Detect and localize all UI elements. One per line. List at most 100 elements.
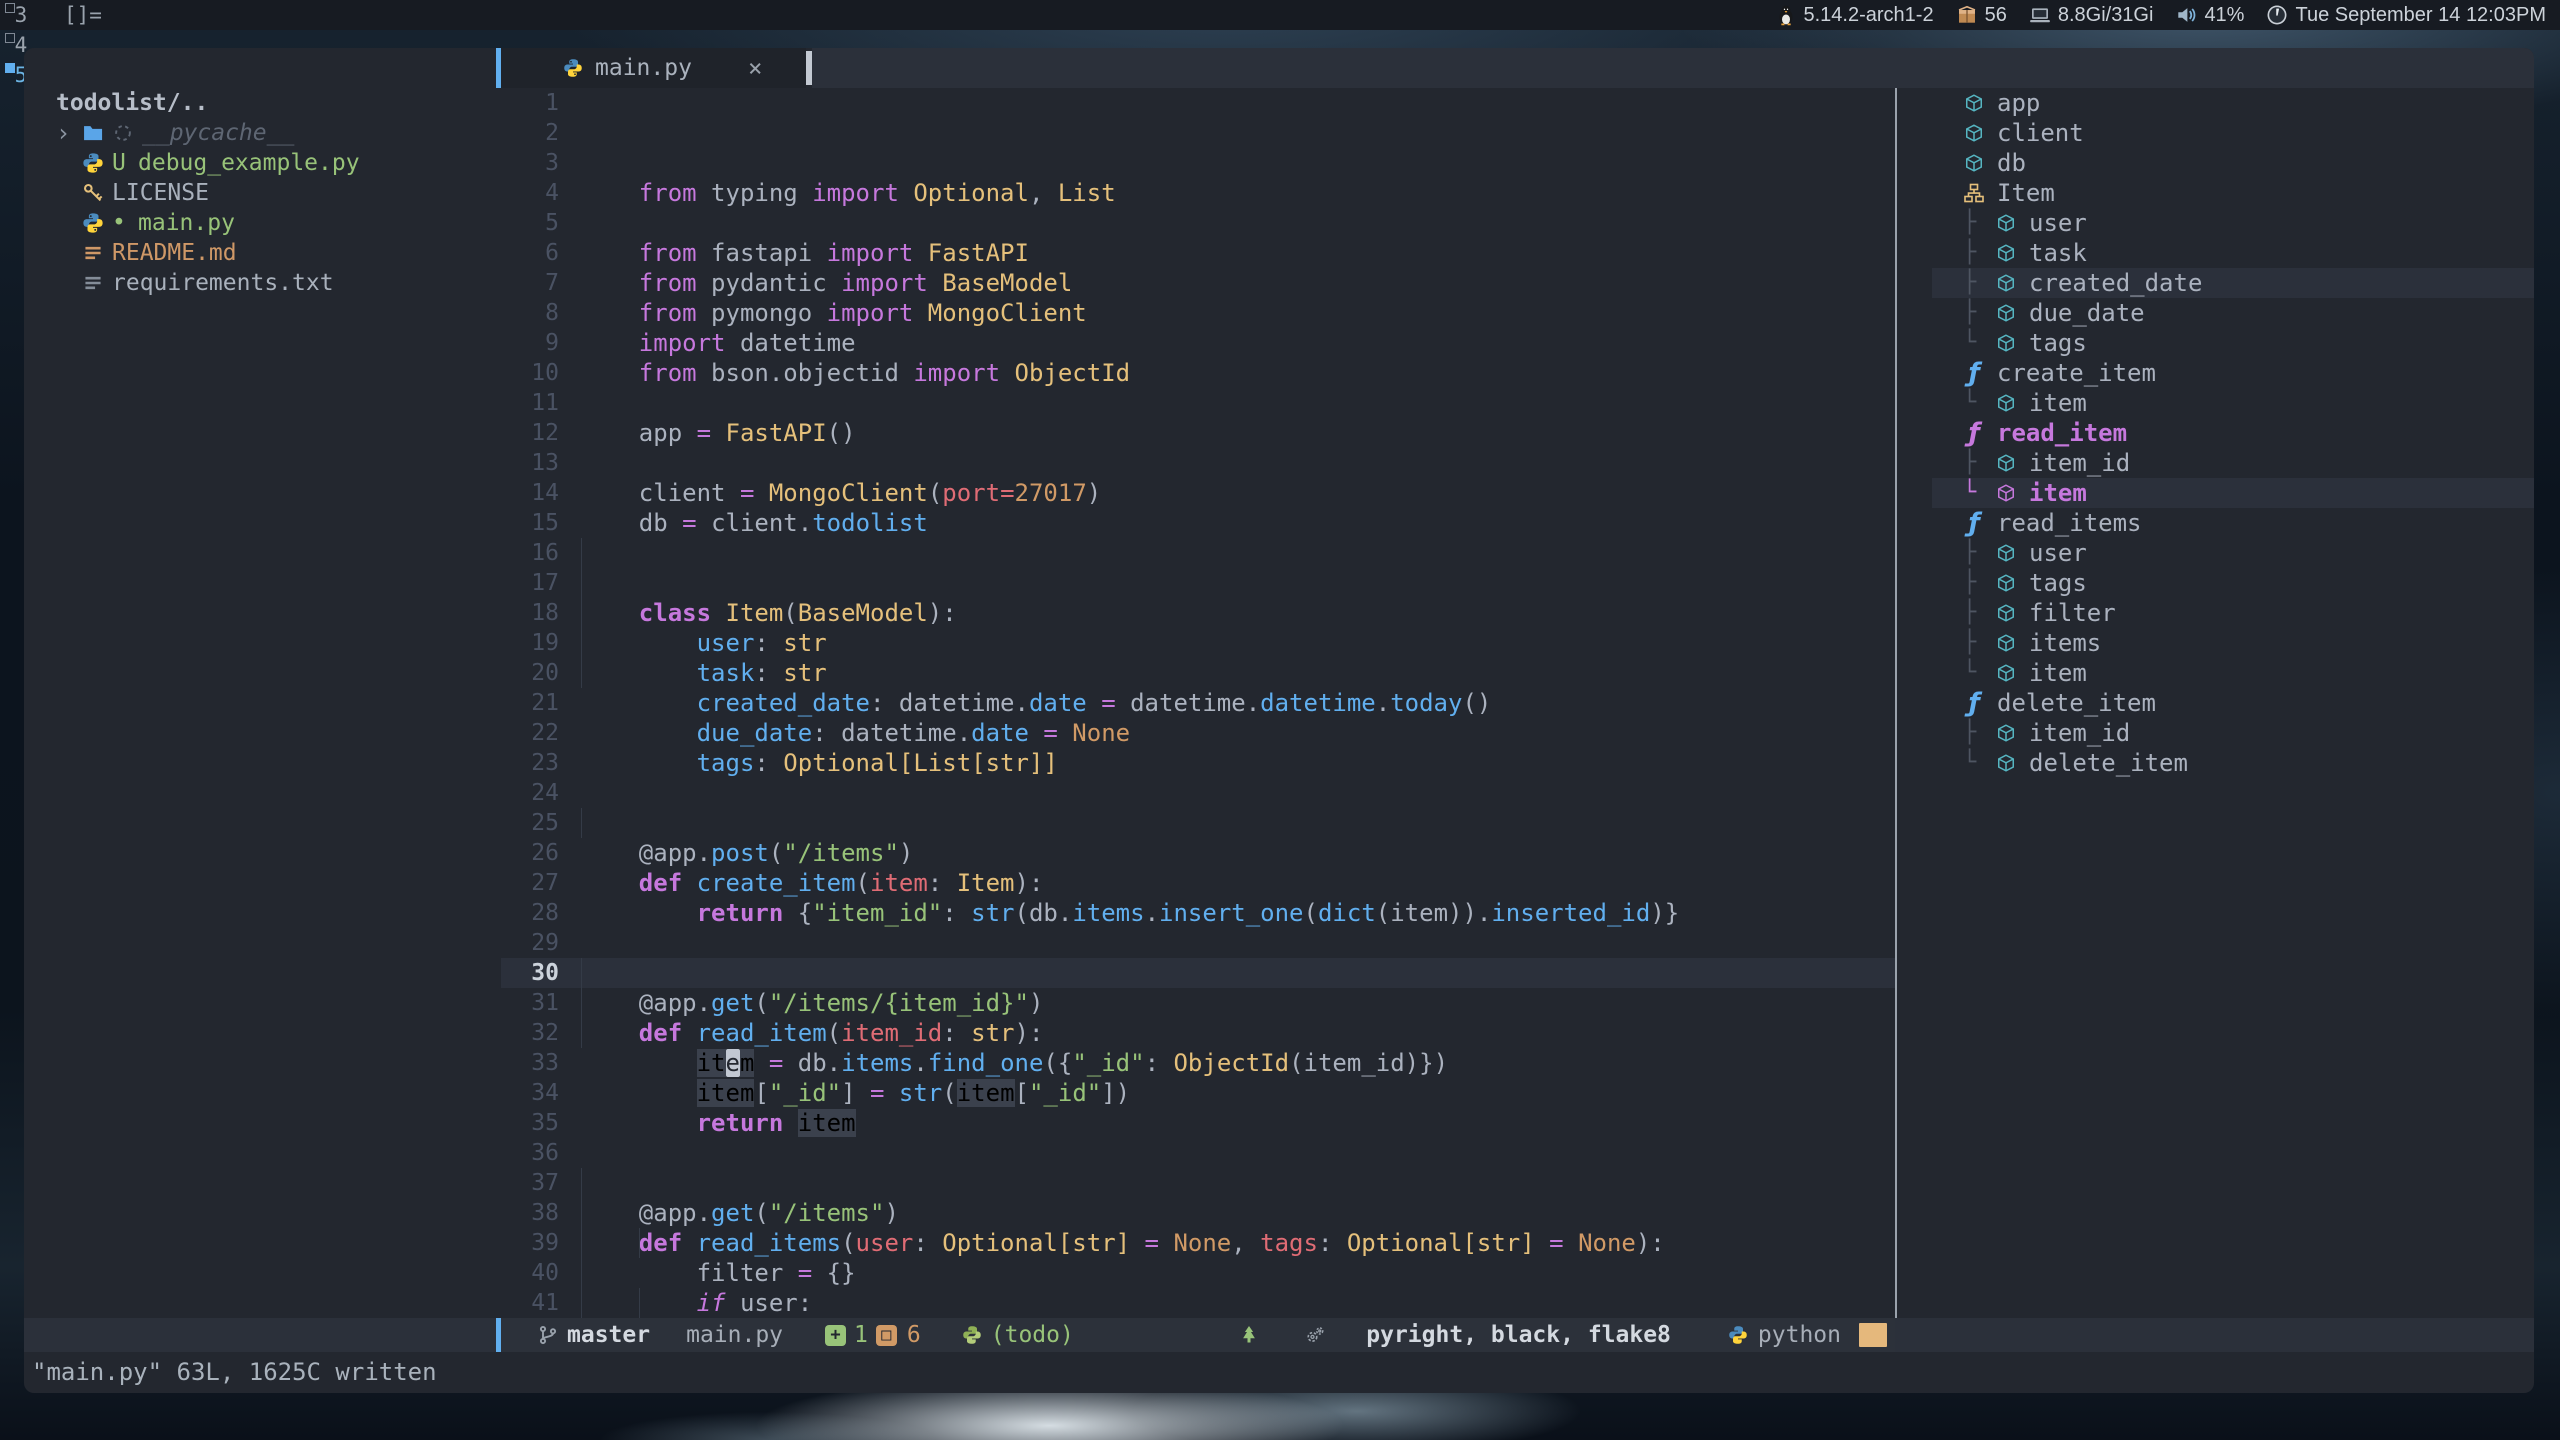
code-line-3[interactable]: 3 from fastapi import FastAPI xyxy=(501,148,1895,178)
code-line-33[interactable]: 33 xyxy=(501,1048,1895,1078)
class-icon xyxy=(1963,182,1985,204)
volume-status[interactable]: 41% xyxy=(2175,4,2244,27)
code-line-29[interactable]: 29 def read_item(item_id: str): xyxy=(501,928,1895,958)
code-editor[interactable]: 1 from typing import Optional, List 2 3 … xyxy=(501,88,1895,1318)
code-line-39[interactable]: 39 filter = {"user": user} xyxy=(501,1228,1895,1258)
indent-guide xyxy=(581,1198,582,1228)
window-separator[interactable] xyxy=(1895,88,1897,1318)
code-line-35[interactable]: 35 @app.get("/items") xyxy=(501,1108,1895,1138)
code-line-37[interactable]: 37 filter = {} xyxy=(501,1168,1895,1198)
symbol-user[interactable]: ├ user xyxy=(1905,208,2534,238)
code-line-5[interactable]: 5 from pymongo import MongoClient xyxy=(501,208,1895,238)
code-line-36[interactable]: 36 def read_items(user: Optional[str] = … xyxy=(501,1138,1895,1168)
symbol-items[interactable]: ├ items xyxy=(1905,628,2534,658)
symbol-item_id[interactable]: ├ item_id xyxy=(1905,718,2534,748)
git-branch-name: master xyxy=(567,1322,650,1348)
symbol-create_item[interactable]: ƒ create_item xyxy=(1905,358,2534,388)
code-line-20[interactable]: 20 tags: Optional[List[str]] xyxy=(501,658,1895,688)
tree-connector: ├ xyxy=(1963,238,1995,268)
code-line-32[interactable]: 32 return item xyxy=(501,1018,1895,1048)
file-item-README.md[interactable]: README.md xyxy=(24,238,496,268)
indent-guide xyxy=(581,1258,582,1288)
code-line-23[interactable]: 23 @app.post("/items") xyxy=(501,748,1895,778)
code-line-25[interactable]: 25 return {"item_id": str(db.items.inser… xyxy=(501,808,1895,838)
code-line-10[interactable]: 10 xyxy=(501,358,1895,388)
code-line-30[interactable]: 30 item = db.items.find_one({"_id": Obje… xyxy=(501,958,1895,988)
code-line-14[interactable]: 14 xyxy=(501,478,1895,508)
line-number: 4 xyxy=(501,178,559,208)
line-number: 33 xyxy=(501,1048,559,1078)
file-item-main.py[interactable]: • main.py xyxy=(24,208,496,238)
indent-guide xyxy=(581,1018,582,1048)
statusline-filename: main.py xyxy=(686,1322,783,1348)
symbol-db[interactable]: db xyxy=(1905,148,2534,178)
buffer-tab-main-py[interactable]: main.py × xyxy=(501,48,806,88)
indent-guide xyxy=(581,658,582,688)
file-item-debug_example.py[interactable]: U debug_example.py xyxy=(24,148,496,178)
symbol-item[interactable]: └ item xyxy=(1905,658,2534,688)
variable-cube-icon xyxy=(1995,602,2017,624)
line-number: 36 xyxy=(501,1138,559,1168)
symbol-tags[interactable]: ├ tags xyxy=(1905,568,2534,598)
code-line-9[interactable]: 9 app = FastAPI() xyxy=(501,328,1895,358)
code-line-7[interactable]: 7 from bson.objectid import ObjectId xyxy=(501,268,1895,298)
code-line-13[interactable]: 13 xyxy=(501,448,1895,478)
symbol-client[interactable]: client xyxy=(1905,118,2534,148)
laptop-icon xyxy=(2029,4,2051,26)
code-line-17[interactable]: 17 task: str xyxy=(501,568,1895,598)
line-number: 9 xyxy=(501,328,559,358)
file-item-requirements.txt[interactable]: requirements.txt xyxy=(24,268,496,298)
code-line-19[interactable]: 19 due_date: datetime.date = None xyxy=(501,628,1895,658)
code-line-8[interactable]: 8 xyxy=(501,298,1895,328)
symbol-item_id[interactable]: ├ item_id xyxy=(1905,448,2534,478)
code-line-31[interactable]: 31 item["_id"] = str(item["_id"]) xyxy=(501,988,1895,1018)
code-line-1[interactable]: 1 from typing import Optional, List xyxy=(501,88,1895,118)
symbol-app[interactable]: app xyxy=(1905,88,2534,118)
code-line-41[interactable]: 41 filter = {"tags": tags} xyxy=(501,1288,1895,1318)
symbol-read_item[interactable]: ƒ read_item xyxy=(1905,418,2534,448)
symbol-tags[interactable]: └ tags xyxy=(1905,328,2534,358)
file-item-__pycache__[interactable]: › __pycache__ xyxy=(24,118,496,148)
tab-close-icon[interactable]: × xyxy=(748,54,762,82)
workspace-tag-3[interactable]: 3 xyxy=(0,0,42,30)
code-line-18[interactable]: 18 created_date: datetime.date = datetim… xyxy=(501,598,1895,628)
tab-label: main.py xyxy=(595,55,692,81)
explorer-root-title[interactable]: todolist/.. xyxy=(24,88,496,118)
symbol-due_date[interactable]: ├ due_date xyxy=(1905,298,2534,328)
line-number: 37 xyxy=(501,1168,559,1198)
symbol-Item[interactable]: Item xyxy=(1905,178,2534,208)
code-line-27[interactable]: 27 xyxy=(501,868,1895,898)
code-line-4[interactable]: 4 from pydantic import BaseModel xyxy=(501,178,1895,208)
symbol-name: filter xyxy=(2029,598,2116,628)
code-line-12[interactable]: 12 db = client.todolist xyxy=(501,418,1895,448)
code-line-6[interactable]: 6 import datetime xyxy=(501,238,1895,268)
code-line-34[interactable]: 34 xyxy=(501,1078,1895,1108)
symbol-read_items[interactable]: ƒ read_items xyxy=(1905,508,2534,538)
code-line-2[interactable]: 2 xyxy=(501,118,1895,148)
code-line-16[interactable]: 16 user: str xyxy=(501,538,1895,568)
code-line-40[interactable]: 40 if tags: xyxy=(501,1258,1895,1288)
symbol-item[interactable]: └ item xyxy=(1905,478,2534,508)
code-line-11[interactable]: 11 client = MongoClient(port=27017) xyxy=(501,388,1895,418)
tree-connector: └ xyxy=(1963,748,1995,778)
symbol-name: Item xyxy=(1997,178,2055,208)
layout-symbol[interactable]: []= xyxy=(64,3,102,27)
symbol-filter[interactable]: ├ filter xyxy=(1905,598,2534,628)
symbol-task[interactable]: ├ task xyxy=(1905,238,2534,268)
code-line-21[interactable]: 21 xyxy=(501,688,1895,718)
symbol-delete_item[interactable]: ƒ delete_item xyxy=(1905,688,2534,718)
symbol-created_date[interactable]: ├ created_date xyxy=(1905,268,2534,298)
code-line-15[interactable]: 15 class Item(BaseModel): xyxy=(501,508,1895,538)
code-line-24[interactable]: 24 def create_item(item: Item): xyxy=(501,778,1895,808)
symbol-delete_item[interactable]: └ delete_item xyxy=(1905,748,2534,778)
line-number: 16 xyxy=(501,538,559,568)
symbol-item[interactable]: └ item xyxy=(1905,388,2534,418)
code-line-28[interactable]: 28 @app.get("/items/{item_id}") xyxy=(501,898,1895,928)
file-item-LICENSE[interactable]: LICENSE xyxy=(24,178,496,208)
code-line-26[interactable]: 26 xyxy=(501,838,1895,868)
tag-occupied-icon xyxy=(5,3,15,13)
indent-guide xyxy=(581,1168,582,1198)
code-line-38[interactable]: 38 if user: xyxy=(501,1198,1895,1228)
code-line-22[interactable]: 22 xyxy=(501,718,1895,748)
symbol-user[interactable]: ├ user xyxy=(1905,538,2534,568)
